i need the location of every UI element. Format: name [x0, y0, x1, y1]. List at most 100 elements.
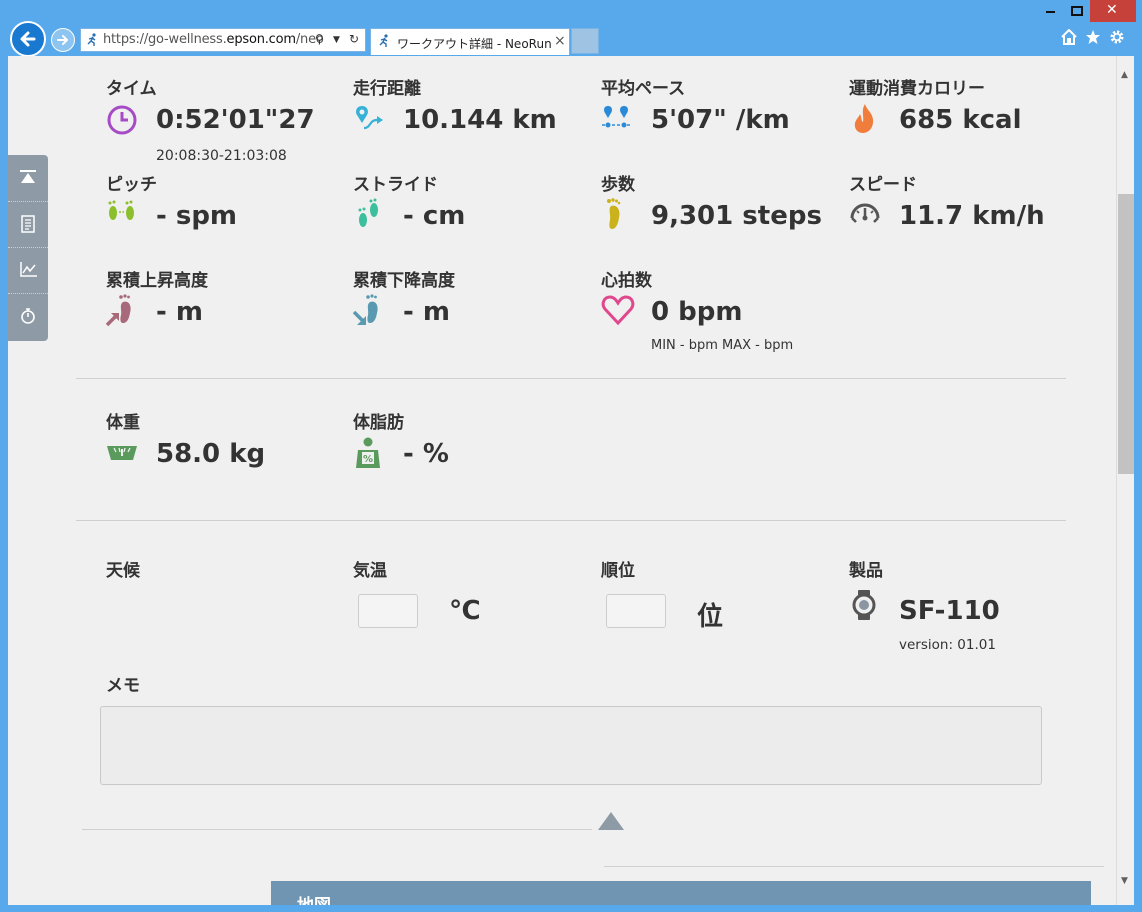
- collapse-arrow-icon[interactable]: [598, 812, 624, 830]
- metric-label: 体脂肪: [353, 413, 404, 433]
- metric-label: 体重: [106, 413, 140, 433]
- tab-close-button[interactable]: ×: [554, 33, 566, 49]
- metric-value: 10.144 km: [403, 105, 557, 135]
- title-bar: ✕ https://go-wellness.epson.com/neo ⚲ ▼ …: [0, 0, 1142, 57]
- metric-value: 0:52'01"27: [156, 105, 315, 135]
- flame-icon: [854, 104, 874, 133]
- metric-label: スピード: [849, 175, 917, 195]
- divider: [76, 520, 1066, 521]
- scroll-up-icon[interactable]: ▲: [1121, 70, 1128, 80]
- temperature-input[interactable]: [358, 594, 418, 628]
- forward-button[interactable]: [51, 28, 75, 52]
- metric-label: 走行距離: [353, 79, 421, 99]
- weather-label: 天候: [106, 561, 140, 581]
- speedometer-icon: [850, 203, 880, 223]
- nav-item-laps[interactable]: [8, 293, 48, 339]
- metric-label: 運動消費カロリー: [849, 79, 985, 99]
- back-button[interactable]: [10, 21, 46, 57]
- tab-workout-detail[interactable]: ワークアウト詳細 - NeoRun ×: [370, 28, 570, 55]
- metric-label: 心拍数: [601, 271, 652, 291]
- settings-icon[interactable]: [1109, 29, 1125, 45]
- memo-textarea[interactable]: [100, 706, 1042, 785]
- metric-value: 685 kcal: [899, 105, 1022, 135]
- runner-favicon: [87, 33, 96, 46]
- metric-label: 累積上昇高度: [106, 271, 208, 291]
- home-icon[interactable]: [1061, 29, 1077, 45]
- metric-label: ストライド: [353, 175, 438, 195]
- forward-icon: [57, 35, 69, 45]
- ascent-icon: [106, 294, 131, 327]
- address-bar[interactable]: https://go-wellness.epson.com/neo ⚲ ▼ ↻: [80, 28, 366, 52]
- watch-icon: [852, 590, 876, 620]
- heart-icon: [601, 295, 635, 326]
- scroll-down-icon[interactable]: ▼: [1121, 876, 1128, 886]
- metric-value: - m: [156, 297, 203, 327]
- metric-value: 9,301 steps: [651, 201, 822, 231]
- close-icon: ✕: [1106, 2, 1118, 18]
- refresh-icon[interactable]: ↻: [349, 32, 359, 46]
- metric-label: 累積下降高度: [353, 271, 455, 291]
- temperature-label: 気温: [353, 561, 387, 581]
- metric-value: - %: [403, 439, 449, 469]
- heart-rate-range: MIN - bpm MAX - bpm: [651, 338, 794, 353]
- runner-favicon: [379, 34, 388, 47]
- tab-title: ワークアウト詳細 - NeoRun: [397, 37, 552, 51]
- rank-input[interactable]: [606, 594, 666, 628]
- scrollbar-thumb[interactable]: [1118, 194, 1134, 474]
- footprint-icon: [607, 198, 621, 229]
- vertical-scrollbar[interactable]: ▲ ▼: [1116, 56, 1134, 905]
- minimize-button[interactable]: [1040, 2, 1062, 24]
- map-pin-icon: [356, 106, 383, 130]
- metric-label: タイム: [106, 79, 157, 99]
- metric-label: ピッチ: [106, 175, 157, 195]
- metric-value: 58.0 kg: [156, 439, 266, 469]
- product-label: 製品: [849, 561, 883, 581]
- search-icon[interactable]: ⚲: [315, 32, 324, 46]
- temperature-unit: ℃: [449, 596, 481, 626]
- url-text: https://go-wellness.epson.com/neo: [103, 32, 324, 47]
- maximize-button[interactable]: [1066, 4, 1088, 26]
- nav-item-graph[interactable]: [8, 247, 48, 294]
- footprint-icon: [358, 198, 378, 227]
- dropdown-icon[interactable]: ▼: [333, 35, 340, 45]
- scale-icon: [107, 446, 137, 460]
- document-icon: [21, 215, 35, 233]
- nav-item-top[interactable]: [8, 155, 48, 202]
- product-value: SF-110: [899, 596, 1000, 626]
- divider: [604, 866, 1104, 867]
- rank-unit: 位: [697, 602, 724, 632]
- footprints-icon: [108, 200, 134, 220]
- clock-icon: [107, 105, 137, 135]
- divider: [76, 378, 1066, 379]
- body-fat-icon: %: [356, 437, 380, 468]
- divider: [82, 829, 592, 830]
- rank-label: 順位: [601, 561, 635, 581]
- metric-value: - m: [403, 297, 450, 327]
- memo-label: メモ: [106, 676, 140, 696]
- chart-icon: [20, 262, 37, 277]
- browser-window: ✕ https://go-wellness.epson.com/neo ⚲ ▼ …: [0, 0, 1142, 912]
- svg-text:%: %: [363, 454, 373, 465]
- close-window-button[interactable]: ✕: [1090, 0, 1136, 22]
- map-section-header[interactable]: 地図: [271, 881, 1091, 905]
- metric-label: 平均ペース: [601, 79, 686, 99]
- descent-icon: [353, 294, 378, 325]
- favorites-icon[interactable]: [1085, 29, 1101, 45]
- nav-item-summary[interactable]: [8, 201, 48, 248]
- page-content: タイム 0:52'01"27 20:08:30-21:03:08 走行距離 10…: [8, 56, 1116, 905]
- metric-label: 歩数: [601, 175, 635, 195]
- new-tab-button[interactable]: [571, 28, 599, 54]
- metric-value: 0 bpm: [651, 297, 743, 327]
- metric-value: 5'07" /km: [651, 105, 790, 135]
- stopwatch-icon: [21, 308, 35, 324]
- metric-value: - cm: [403, 201, 466, 231]
- back-icon: [20, 31, 36, 47]
- time-range: 20:08:30-21:03:08: [156, 148, 287, 164]
- metric-value: 11.7 km/h: [899, 201, 1045, 231]
- map-label: 地図: [297, 891, 331, 905]
- metric-value: - spm: [156, 201, 238, 231]
- product-version: version: 01.01: [899, 637, 996, 653]
- side-navigation: [8, 155, 48, 341]
- scroll-top-icon: [20, 170, 36, 183]
- pace-icon: [602, 106, 632, 128]
